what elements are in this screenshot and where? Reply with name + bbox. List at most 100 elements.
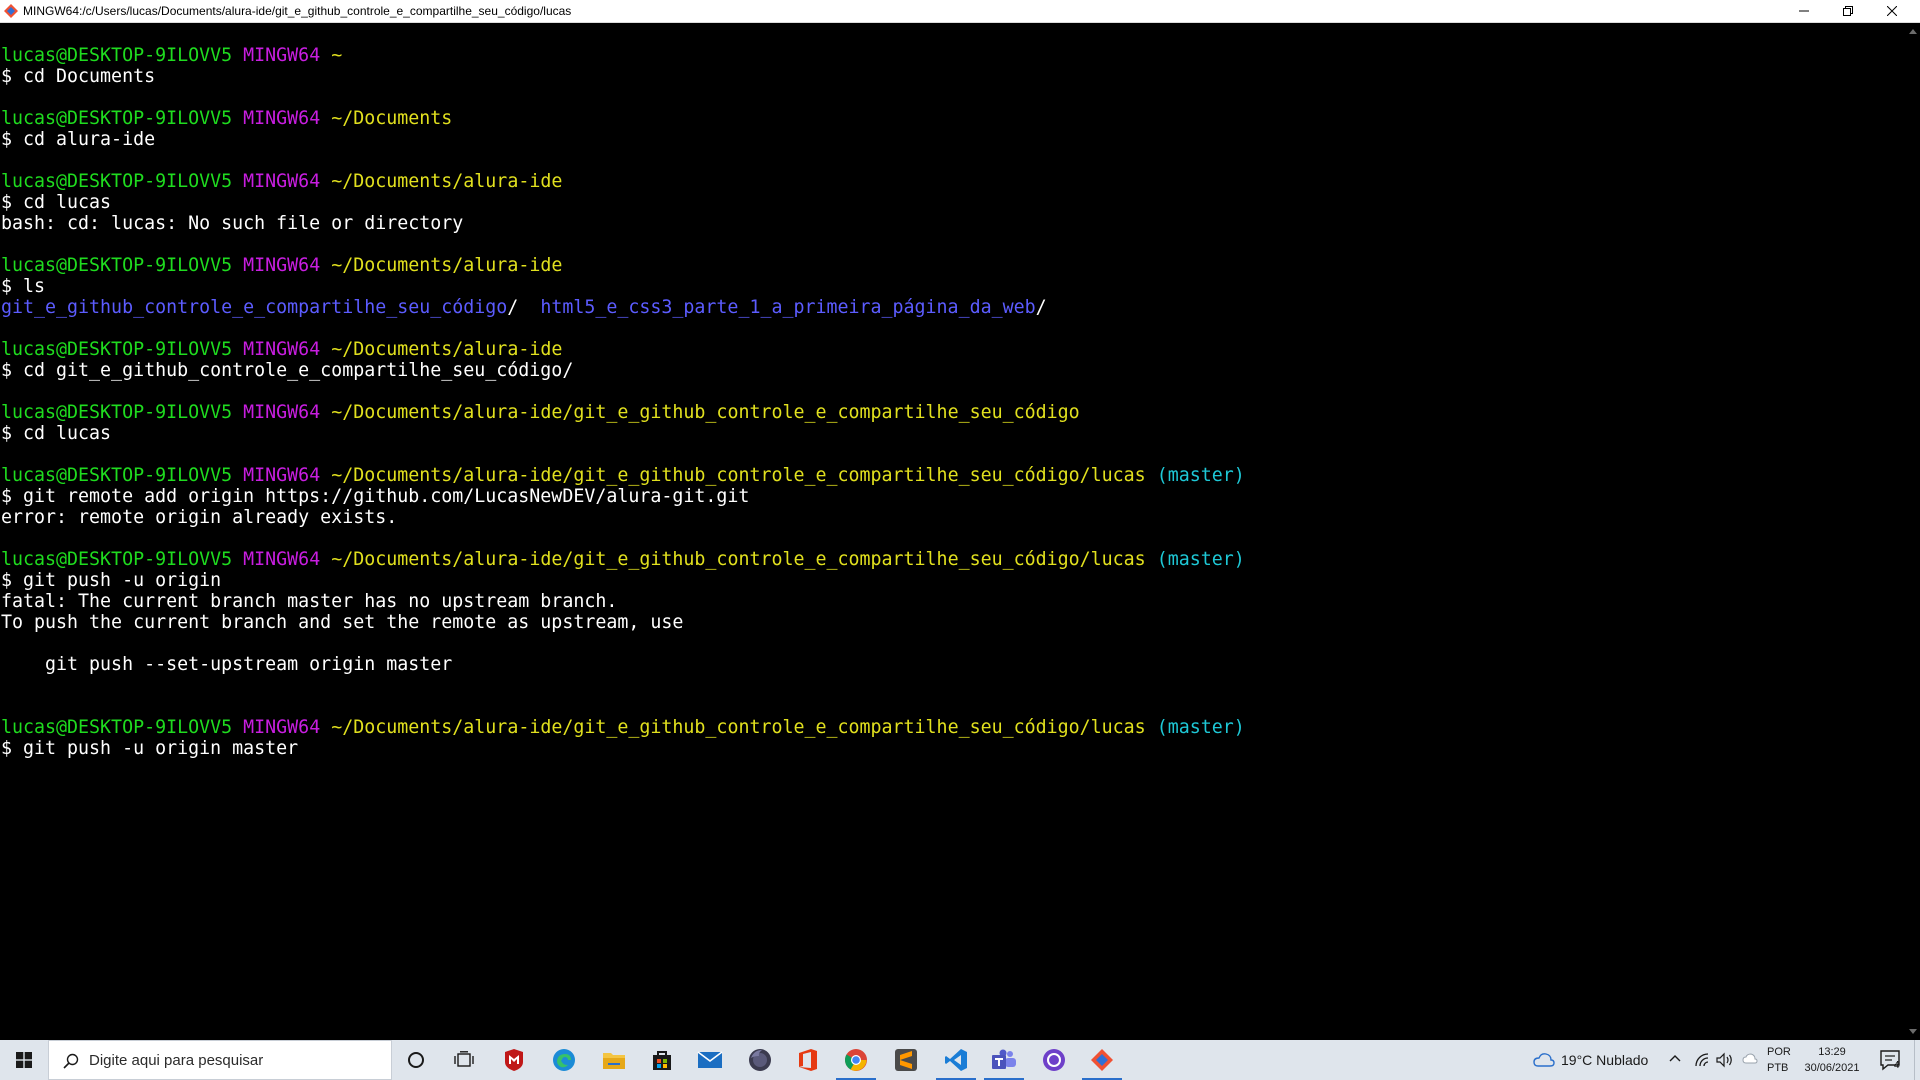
terminal-line: lucas@DESKTOP-9ILOVV5 MINGW64 ~/Document… bbox=[1, 108, 1245, 129]
firefox-icon bbox=[749, 1049, 771, 1071]
terminal-output[interactable]: lucas@DESKTOP-9ILOVV5 MINGW64 ~ $ cd Docu… bbox=[0, 23, 1906, 1040]
scroll-up-arrow-icon[interactable] bbox=[1909, 29, 1917, 34]
terminal-text-segment: ~/Documents/alura-ide/git_e_github_contr… bbox=[331, 402, 1080, 423]
terminal-text-segment: $ git push -u origin bbox=[1, 570, 222, 591]
taskbar-app-sublime-text[interactable] bbox=[882, 1040, 930, 1080]
clock-time[interactable]: 13:29 bbox=[1792, 1046, 1872, 1058]
terminal-line: $ cd Documents bbox=[1, 66, 1245, 87]
terminal-line: $ git push -u origin bbox=[1, 570, 1245, 591]
taskbar-app-mail[interactable] bbox=[686, 1040, 734, 1080]
taskbar-app-git-bash[interactable] bbox=[1078, 1040, 1126, 1080]
terminal-text-segment: MINGW64 bbox=[243, 402, 321, 423]
terminal-text-segment: MINGW64 bbox=[243, 717, 321, 738]
weather-text[interactable]: 19°C Nublado bbox=[1561, 1052, 1648, 1068]
teams-icon bbox=[992, 1049, 1016, 1069]
mcafee-icon bbox=[505, 1049, 523, 1071]
show-desktop-button[interactable] bbox=[1914, 1040, 1920, 1080]
chrome-icon bbox=[845, 1049, 867, 1071]
terminal-text-segment: $ cd alura-ide bbox=[1, 129, 156, 150]
taskbar-app-teams[interactable] bbox=[980, 1040, 1028, 1080]
windows-logo-icon bbox=[16, 1052, 32, 1068]
terminal-line: $ git remote add origin https://github.c… bbox=[1, 486, 1245, 507]
search-placeholder: Digite aqui para pesquisar bbox=[89, 1052, 264, 1069]
terminal-text-segment: lucas@DESKTOP-9ILOVV5 bbox=[1, 717, 233, 738]
taskbar-app-mcafee[interactable] bbox=[490, 1040, 538, 1080]
chevron-up-icon[interactable] bbox=[1668, 1052, 1682, 1066]
terminal-text-segment: lucas@DESKTOP-9ILOVV5 bbox=[1, 339, 233, 360]
terminal-line: $ cd alura-ide bbox=[1, 129, 1245, 150]
terminal-text-segment: git push --set-upstream origin master bbox=[1, 654, 453, 675]
terminal-text-segment: (master) bbox=[1156, 549, 1245, 570]
taskbar-app-office[interactable] bbox=[784, 1040, 832, 1080]
terminal-text-segment: $ git remote add origin https://github.c… bbox=[1, 486, 750, 507]
cortana-icon bbox=[408, 1052, 424, 1068]
keyboard-layout[interactable]: PTB bbox=[1767, 1062, 1788, 1074]
minimize-button[interactable] bbox=[1782, 0, 1826, 22]
terminal-text-segment: MINGW64 bbox=[243, 549, 321, 570]
wifi-icon[interactable] bbox=[1694, 1052, 1710, 1068]
terminal-text-segment: MINGW64 bbox=[243, 108, 321, 129]
taskbar-app-firefox[interactable] bbox=[736, 1040, 784, 1080]
office-icon bbox=[799, 1049, 817, 1071]
terminal-text-segment: lucas@DESKTOP-9ILOVV5 bbox=[1, 402, 233, 423]
start-button[interactable] bbox=[0, 1040, 48, 1080]
weather-cloud-icon[interactable] bbox=[1533, 1052, 1555, 1068]
terminal-text-segment: lucas@DESKTOP-9ILOVV5 bbox=[1, 465, 233, 486]
input-language[interactable]: POR bbox=[1767, 1046, 1791, 1058]
edge-icon bbox=[553, 1049, 575, 1071]
terminal-text-segment: $ git push -u origin master bbox=[1, 738, 299, 759]
sublime-text-icon bbox=[895, 1049, 917, 1071]
taskbar-app-chrome[interactable] bbox=[832, 1040, 880, 1080]
close-button[interactable] bbox=[1870, 0, 1914, 22]
minimize-icon bbox=[1799, 10, 1809, 12]
cortana-button[interactable] bbox=[392, 1040, 440, 1080]
taskbar-app-file-explorer[interactable] bbox=[590, 1040, 638, 1080]
taskbar-search-input[interactable]: Digite aqui para pesquisar bbox=[48, 1040, 392, 1080]
task-view-button[interactable] bbox=[440, 1040, 488, 1080]
taskbar-app-store[interactable] bbox=[638, 1040, 686, 1080]
taskbar-app-vscode[interactable] bbox=[932, 1040, 980, 1080]
notification-center-icon[interactable] bbox=[1878, 1048, 1906, 1072]
cloud-sync-icon[interactable] bbox=[1742, 1052, 1758, 1066]
restore-icon bbox=[1843, 6, 1853, 16]
search-icon bbox=[63, 1053, 79, 1069]
terminal-text-segment: bash: cd: lucas: No such file or directo… bbox=[1, 213, 464, 234]
terminal-line: lucas@DESKTOP-9ILOVV5 MINGW64 ~/Document… bbox=[1, 402, 1245, 423]
volume-icon[interactable] bbox=[1716, 1052, 1734, 1068]
taskbar-app-github-desktop[interactable] bbox=[1030, 1040, 1078, 1080]
terminal-text-segment: ~/Documents/alura-ide/git_e_github_contr… bbox=[331, 717, 1146, 738]
terminal-line: $ cd git_e_github_controle_e_compartilhe… bbox=[1, 360, 1245, 381]
scroll-down-arrow-icon[interactable] bbox=[1909, 1029, 1917, 1034]
clock-date[interactable]: 30/06/2021 bbox=[1792, 1062, 1872, 1074]
notification-count-badge: 4 bbox=[1894, 1060, 1900, 1071]
terminal-text-segment: $ cd lucas bbox=[1, 423, 112, 444]
terminal-text-segment: ~/Documents/alura-ide/git_e_github_contr… bbox=[331, 465, 1146, 486]
terminal-line: $ cd lucas bbox=[1, 423, 1245, 444]
git-bash-app-icon bbox=[4, 4, 18, 18]
taskbar-app-edge[interactable] bbox=[540, 1040, 588, 1080]
restore-button[interactable] bbox=[1826, 0, 1870, 22]
terminal-text-segment: ~ bbox=[331, 45, 343, 66]
terminal-text-segment: html5_e_css3_parte_1_a_primeira_página_d… bbox=[540, 297, 1036, 318]
terminal-text-segment: / bbox=[507, 297, 541, 318]
terminal-text-segment: ~/Documents bbox=[331, 108, 453, 129]
terminal-text-segment: ~/Documents/alura-ide bbox=[331, 171, 563, 192]
terminal-text-segment: fatal: The current branch master has no … bbox=[1, 591, 618, 612]
terminal-text-segment: ~/Documents/alura-ide bbox=[331, 255, 563, 276]
github-desktop-icon bbox=[1043, 1049, 1065, 1071]
terminal-text-segment: MINGW64 bbox=[243, 465, 321, 486]
store-icon bbox=[653, 1051, 671, 1070]
terminal-scrollbar[interactable] bbox=[1906, 23, 1920, 1040]
